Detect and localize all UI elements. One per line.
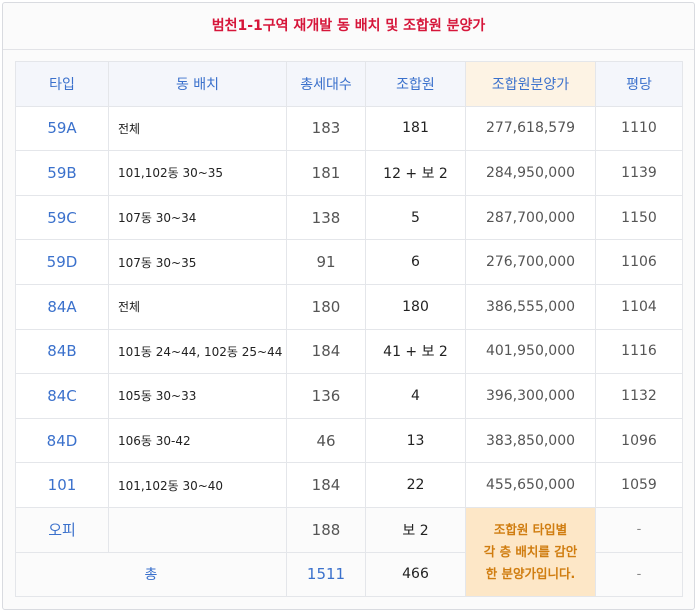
row-members: 4 [365, 373, 466, 419]
row-members: 13 [365, 417, 466, 464]
header-location: 동 배치 [108, 61, 287, 107]
row-per-pyeong: 1116 [595, 328, 683, 375]
row-price: 276,700,000 [465, 239, 596, 285]
table-row: 84C 105동 30~33 136 4 396,300,000 1132 [15, 373, 683, 419]
total-units: 1511 [286, 551, 366, 598]
table-row: 84B 101동 24~44, 102동 25~44 184 41 + 보 2 … [15, 328, 683, 375]
officetel-per-pyeong: - [595, 506, 683, 553]
note-line-2: 각 층 배치를 감안 [483, 544, 578, 560]
row-type: 84C [15, 373, 109, 419]
total-label: 총 [15, 551, 287, 598]
price-note: 조합원 타입별 각 층 배치를 감안 한 분양가입니다. [465, 506, 596, 598]
row-per-pyeong: 1106 [595, 239, 683, 285]
page-title: 범천1-1구역 재개발 동 배치 및 조합원 분양가 [3, 3, 694, 50]
row-units: 184 [286, 462, 366, 508]
row-type: 59A [15, 105, 109, 152]
row-price: 455,650,000 [465, 462, 596, 508]
table-header-row: 타입 동 배치 총세대수 조합원 조합원분양가 평당 [15, 61, 683, 107]
row-per-pyeong: 1150 [595, 194, 683, 241]
row-price: 401,950,000 [465, 328, 596, 375]
row-members: 180 [365, 283, 466, 330]
total-per-pyeong: - [595, 551, 683, 598]
row-price: 287,700,000 [465, 194, 596, 241]
row-units: 180 [286, 283, 366, 330]
header-type: 타입 [15, 61, 109, 107]
row-units: 138 [286, 194, 366, 241]
row-type: 84D [15, 417, 109, 464]
officetel-type: 오피 [15, 506, 109, 553]
row-members: 12 + 보 2 [365, 150, 466, 196]
total-members: 466 [365, 551, 466, 598]
row-units: 91 [286, 239, 366, 285]
row-members: 181 [365, 105, 466, 152]
row-type: 59B [15, 150, 109, 196]
officetel-row: 오피 188 보 2 조합원 타입별 각 층 배치를 감안 한 분양가입니다. … [15, 506, 683, 598]
row-per-pyeong: 1139 [595, 150, 683, 196]
row-location: 107동 30~34 [108, 194, 287, 241]
row-location: 101,102동 30~35 [108, 150, 287, 196]
header-members: 조합원 [365, 61, 466, 107]
row-units: 136 [286, 373, 366, 419]
officetel-units: 188 [286, 506, 366, 553]
row-units: 46 [286, 417, 366, 464]
row-per-pyeong: 1132 [595, 373, 683, 419]
officetel-location [108, 506, 287, 553]
row-members: 6 [365, 239, 466, 285]
row-price: 396,300,000 [465, 373, 596, 419]
row-per-pyeong: 1104 [595, 283, 683, 330]
row-location: 106동 30-42 [108, 417, 287, 464]
note-line-1: 조합원 타입별 [493, 522, 568, 538]
row-price: 386,555,000 [465, 283, 596, 330]
row-location: 전체 [108, 105, 287, 152]
price-table-card: 범천1-1구역 재개발 동 배치 및 조합원 분양가 타입 동 배치 총세대수 … [2, 2, 695, 610]
row-price: 277,618,579 [465, 105, 596, 152]
note-line-3: 한 분양가입니다. [485, 566, 576, 582]
price-table: 타입 동 배치 총세대수 조합원 조합원분양가 평당 59A 전체 183 18… [15, 61, 683, 598]
header-units: 총세대수 [286, 61, 366, 107]
table-row: 84A 전체 180 180 386,555,000 1104 [15, 283, 683, 330]
row-type: 84A [15, 283, 109, 330]
row-location: 101동 24~44, 102동 25~44 [108, 328, 287, 375]
row-units: 181 [286, 150, 366, 196]
row-per-pyeong: 1110 [595, 105, 683, 152]
table-row: 59D 107동 30~35 91 6 276,700,000 1106 [15, 239, 683, 285]
row-units: 184 [286, 328, 366, 375]
table-row: 59A 전체 183 181 277,618,579 1110 [15, 105, 683, 152]
row-location: 107동 30~35 [108, 239, 287, 285]
table-row: 59C 107동 30~34 138 5 287,700,000 1150 [15, 194, 683, 241]
row-price: 383,850,000 [465, 417, 596, 464]
header-per-pyeong: 평당 [595, 61, 683, 107]
row-per-pyeong: 1096 [595, 417, 683, 464]
row-location: 105동 30~33 [108, 373, 287, 419]
row-type: 101 [15, 462, 109, 508]
row-type: 84B [15, 328, 109, 375]
table-row: 101 101,102동 30~40 184 22 455,650,000 10… [15, 462, 683, 508]
row-price: 284,950,000 [465, 150, 596, 196]
row-members: 22 [365, 462, 466, 508]
table-row: 84D 106동 30-42 46 13 383,850,000 1096 [15, 417, 683, 464]
row-location: 101,102동 30~40 [108, 462, 287, 508]
row-type: 59D [15, 239, 109, 285]
table-row: 59B 101,102동 30~35 181 12 + 보 2 284,950,… [15, 150, 683, 196]
header-price: 조합원분양가 [465, 61, 596, 107]
row-type: 59C [15, 194, 109, 241]
row-members: 41 + 보 2 [365, 328, 466, 375]
row-members: 5 [365, 194, 466, 241]
row-location: 전체 [108, 283, 287, 330]
row-per-pyeong: 1059 [595, 462, 683, 508]
row-units: 183 [286, 105, 366, 152]
officetel-members: 보 2 [365, 506, 466, 553]
